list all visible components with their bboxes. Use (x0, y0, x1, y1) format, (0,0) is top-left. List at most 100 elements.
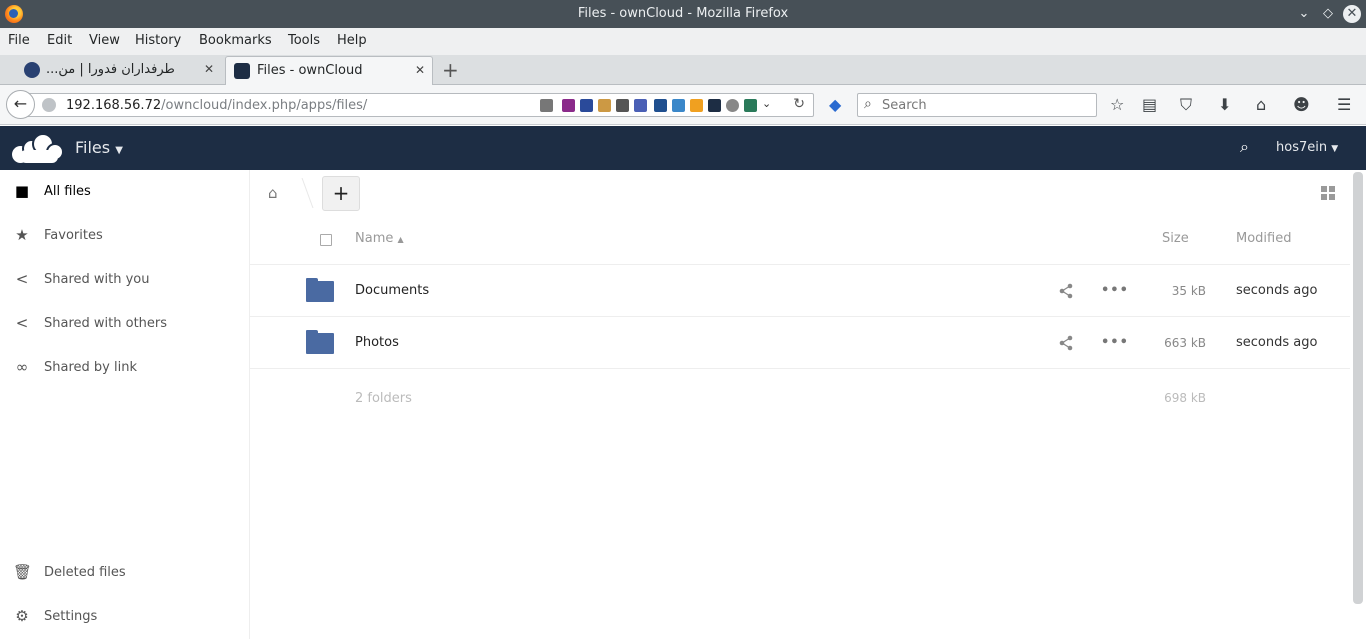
sidebar-item-label: Favorites (44, 228, 103, 243)
navigation-bar: 192.168.56.72/owncloud/index.php/apps/fi… (0, 85, 1366, 125)
window-title: Files - ownCloud - Mozilla Firefox (577, 6, 789, 21)
grid-view-icon[interactable] (1321, 186, 1335, 200)
extension-icon[interactable] (726, 99, 739, 112)
extension-icon[interactable] (744, 99, 757, 112)
app-menu-button[interactable]: Files ▼ (75, 138, 123, 157)
share-icon[interactable] (1058, 283, 1074, 299)
tab-close-icon[interactable]: ✕ (204, 62, 214, 76)
maximize-icon[interactable]: ◇ (1318, 4, 1338, 24)
minimize-icon[interactable]: ⌄ (1294, 4, 1314, 24)
file-modified: seconds ago (1236, 335, 1318, 350)
name-column-header[interactable]: Name ▲ (355, 231, 404, 246)
url-path: /owncloud/index.php/apps/files/ (161, 98, 368, 113)
search-box[interactable]: ⌕ Search (857, 93, 1097, 117)
url-bar[interactable]: 192.168.56.72/owncloud/index.php/apps/fi… (28, 93, 814, 117)
size-column-header[interactable]: Size (1162, 231, 1189, 246)
modified-column-header[interactable]: Modified (1236, 231, 1291, 246)
folder-icon: ■ (14, 182, 30, 200)
pocket-icon[interactable]: ⛉ (1180, 95, 1192, 115)
site-info-icon[interactable] (42, 98, 56, 112)
new-file-button[interactable]: + (322, 176, 360, 211)
sidebar-item-deleted-files[interactable]: 🗑 Deleted files (0, 551, 249, 595)
addon-icon[interactable]: ◆ (829, 95, 841, 114)
file-name[interactable]: Documents (355, 283, 429, 298)
extension-icon[interactable] (690, 99, 703, 112)
total-size-summary: 698 kB (1164, 391, 1206, 405)
sidebar-item-label: All files (44, 184, 91, 199)
sidebar-item-shared-with-others[interactable]: < Shared with others (0, 302, 249, 346)
sidebar-item-shared-by-link[interactable]: ∞ Shared by link (0, 346, 249, 390)
sidebar-item-label: Shared with you (44, 272, 150, 287)
home-icon[interactable]: ⌂ (1256, 95, 1266, 114)
back-button[interactable]: ← (6, 90, 35, 119)
menu-history[interactable]: History (135, 33, 181, 48)
close-window-icon[interactable]: ✕ (1343, 5, 1361, 23)
folder-icon[interactable] (306, 330, 334, 354)
bookmark-star-icon[interactable]: ☆ (1110, 95, 1124, 114)
search-icon[interactable]: ⌕ (1240, 137, 1249, 157)
tab-label: Files - ownCloud (257, 63, 363, 78)
tab-label: طرفداران فدورا | من... (46, 62, 175, 77)
caret-down-icon: ▼ (115, 145, 123, 156)
sidebar-item-label: Shared by link (44, 360, 137, 375)
share-icon[interactable] (1058, 335, 1074, 351)
folder-icon[interactable] (306, 278, 334, 302)
more-actions-icon[interactable]: ••• (1101, 335, 1129, 350)
sidebar-item-settings[interactable]: ⚙ Settings (0, 595, 249, 639)
chevron-down-icon[interactable]: ⌄ (762, 97, 775, 110)
menu-tools[interactable]: Tools (288, 33, 320, 48)
home-breadcrumb-icon[interactable]: ⌂ (268, 184, 278, 202)
scrollbar[interactable] (1353, 172, 1363, 604)
folder-count-summary: 2 folders (355, 391, 412, 406)
menu-bar: File Edit View History Bookmarks Tools H… (0, 28, 1366, 55)
menu-bookmarks[interactable]: Bookmarks (199, 33, 272, 48)
menu-edit[interactable]: Edit (47, 33, 72, 48)
gear-icon: ⚙ (15, 607, 29, 625)
chat-icon[interactable]: ☻ (1293, 95, 1310, 114)
window-titlebar: Files - ownCloud - Mozilla Firefox ⌄ ◇ ✕ (0, 0, 1366, 28)
select-all-checkbox[interactable] (320, 234, 332, 246)
sidebar-item-label: Settings (44, 609, 98, 624)
caret-down-icon: ▼ (1331, 144, 1339, 154)
hamburger-menu-icon[interactable]: ☰ (1337, 95, 1351, 114)
sidebar-item-all-files[interactable]: ■ All files (0, 170, 249, 214)
reload-icon[interactable]: ↻ (793, 96, 805, 112)
menu-file[interactable]: File (8, 33, 30, 48)
sidebar-item-shared-with-you[interactable]: < Shared with you (0, 258, 249, 302)
tab-fedora[interactable]: طرفداران فدورا | من... ✕ (10, 56, 224, 85)
file-size: 35 kB (1171, 284, 1206, 298)
link-icon: ∞ (15, 358, 29, 376)
extension-icon[interactable] (598, 99, 611, 112)
file-name[interactable]: Photos (355, 335, 399, 350)
extension-icon[interactable] (540, 99, 553, 112)
menu-help[interactable]: Help (337, 33, 367, 48)
owncloud-favicon-icon (234, 63, 250, 79)
download-icon[interactable]: ⬇ (1218, 95, 1231, 114)
extension-icon[interactable] (654, 99, 667, 112)
tab-close-icon[interactable]: ✕ (415, 63, 425, 77)
owncloud-logo-icon[interactable] (12, 133, 64, 163)
file-modified: seconds ago (1236, 283, 1318, 298)
tab-owncloud[interactable]: Files - ownCloud ✕ (225, 56, 433, 85)
search-placeholder: Search (882, 98, 927, 113)
trash-icon: 🗑 (13, 563, 33, 581)
menu-view[interactable]: View (89, 33, 120, 48)
extension-icon[interactable] (634, 99, 647, 112)
sidebar-item-label: Deleted files (44, 565, 126, 580)
file-size: 663 kB (1164, 336, 1206, 350)
extension-icon[interactable] (562, 99, 575, 112)
fedora-favicon-icon (24, 62, 40, 78)
reading-list-icon[interactable]: ▤ (1142, 95, 1157, 114)
app-header: Files ▼ ⌕ hos7ein ▼ (0, 126, 1366, 170)
more-actions-icon[interactable]: ••• (1101, 283, 1129, 298)
user-menu-button[interactable]: hos7ein ▼ (1276, 140, 1338, 155)
url-host: 192.168.56.72 (66, 98, 162, 113)
extension-icon[interactable] (708, 99, 721, 112)
sidebar-item-favorites[interactable]: ★ Favorites (0, 214, 249, 258)
extension-icon[interactable] (616, 99, 629, 112)
extension-icon[interactable] (580, 99, 593, 112)
new-tab-icon[interactable]: + (442, 58, 459, 82)
share-icon: < (15, 314, 29, 332)
url-text[interactable]: 192.168.56.72/owncloud/index.php/apps/fi… (66, 98, 367, 113)
extension-icon[interactable] (672, 99, 685, 112)
